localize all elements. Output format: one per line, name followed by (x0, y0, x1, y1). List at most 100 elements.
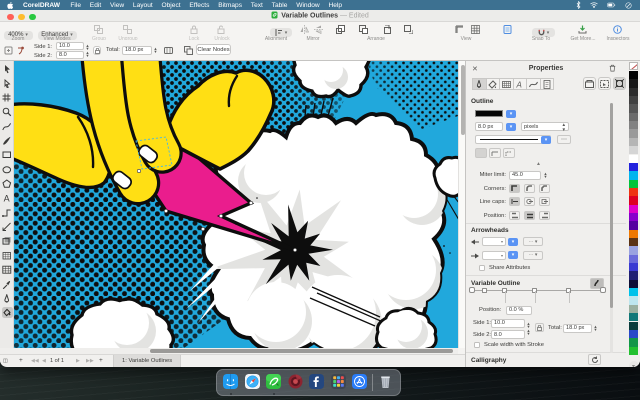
dock-appstore-icon[interactable] (352, 374, 367, 389)
inspectors-icon[interactable] (613, 25, 623, 34)
node-grid-icon[interactable] (164, 46, 174, 55)
view-page-button[interactable] (503, 25, 513, 34)
palette-swatch[interactable] (629, 187, 638, 197)
panel-tab-character[interactable]: A (512, 78, 527, 90)
menu-item-object[interactable]: Object (157, 2, 185, 9)
title-bar[interactable]: Variable Outlines — Edited (0, 10, 640, 22)
to-front-button[interactable] (336, 25, 346, 34)
apple-menu-icon[interactable] (0, 1, 17, 9)
panel-transform-button[interactable] (613, 77, 626, 90)
back-one-button[interactable] (404, 25, 414, 34)
side2-field[interactable]: 8.0 (56, 51, 84, 59)
palette-no-color-swatch[interactable] (629, 62, 638, 70)
palette-swatch[interactable] (629, 146, 638, 155)
outline-preset1-button[interactable] (475, 148, 487, 158)
dock-launchpad-icon[interactable] (330, 374, 346, 389)
corner-miter-button[interactable] (509, 183, 520, 193)
clear-nodes-button[interactable]: Clear Nodes (196, 44, 231, 55)
palette-swatch[interactable] (629, 329, 638, 339)
vo-total-stepper[interactable]: ▲ ▼ (593, 324, 598, 333)
wifi-icon[interactable] (590, 2, 598, 8)
add-page-button[interactable]: + (19, 357, 23, 364)
outline-preset3-button[interactable] (503, 148, 515, 158)
palette-swatch[interactable] (629, 279, 638, 289)
outline-style-dropdown[interactable] (475, 135, 551, 144)
get-more-icon[interactable] (578, 25, 588, 34)
menu-item-table[interactable]: Table (267, 2, 292, 9)
vo-slider-track[interactable] (471, 289, 604, 291)
outline-color-swatch[interactable] (475, 110, 503, 117)
palette-swatch[interactable] (629, 104, 638, 113)
scale-width-checkbox[interactable] (474, 341, 480, 348)
arrow-end-dropdown[interactable]: ▾ (482, 250, 506, 260)
palette-swatch[interactable] (629, 129, 638, 138)
palette-swatch[interactable] (629, 246, 638, 255)
palette-swatch[interactable] (629, 338, 638, 347)
palette-swatch[interactable] (629, 229, 638, 238)
palette-swatch[interactable] (629, 121, 638, 130)
cap-square-button[interactable] (539, 197, 550, 206)
menu-item-text[interactable]: Text (246, 2, 267, 9)
panel-tab-curve[interactable] (526, 78, 541, 90)
menu-app-name[interactable]: CorelDRAW (17, 2, 66, 9)
vo-sides-stepper[interactable]: ▲ ▼ ▲ ▼ (526, 319, 531, 339)
panel-tab-document[interactable] (539, 78, 554, 90)
outline-units-dropdown[interactable]: pixels ▲ ▼ (521, 122, 569, 132)
palette-swatch[interactable] (629, 321, 638, 330)
last-page-button[interactable]: ▶▶ (86, 358, 94, 364)
share-attributes-checkbox[interactable] (479, 264, 485, 271)
vo-total-field[interactable]: 18.0 px (563, 323, 592, 333)
dock-safari-icon[interactable] (244, 374, 260, 389)
tool-outline[interactable] (2, 293, 13, 304)
tool-interactive-fill[interactable] (1, 307, 13, 319)
tool-connector[interactable] (2, 207, 13, 218)
panel-scrollbar-thumb[interactable] (610, 103, 613, 308)
tool-polygon[interactable] (2, 178, 13, 189)
vo-position-field[interactable]: 0.0 % (506, 305, 532, 315)
miter-field[interactable]: 45.0 (509, 170, 541, 180)
tool-drop-shadow[interactable] (2, 236, 13, 247)
ungroup-button[interactable] (123, 25, 133, 34)
arrow-start-arrow[interactable]: ▾ (508, 237, 518, 246)
arrow-end-arrow[interactable]: ▾ (508, 251, 518, 259)
palette-swatch[interactable] (629, 313, 638, 322)
group-button[interactable] (94, 25, 104, 34)
outline-style-more-button[interactable]: ⋯ (557, 135, 571, 144)
unlock-button[interactable] (217, 25, 227, 34)
total-stepper[interactable]: ▲ ▼ (153, 46, 158, 55)
total-field[interactable]: 18.0 px (122, 45, 152, 55)
palette-swatch[interactable] (629, 304, 638, 314)
palette-swatch[interactable] (629, 179, 638, 188)
horizontal-scrollbar-thumb[interactable] (150, 349, 453, 353)
palette-swatch[interactable] (629, 87, 638, 97)
dock-facebook-icon[interactable] (309, 374, 324, 389)
tool-pick[interactable] (2, 64, 13, 75)
palette-swatch[interactable] (629, 346, 638, 355)
clock-icon[interactable] (625, 1, 632, 9)
palette-swatch[interactable] (629, 96, 638, 105)
menu-item-window[interactable]: Window (292, 2, 324, 9)
side1-field[interactable]: 10.0 (56, 42, 84, 50)
palette-swatch[interactable] (629, 196, 638, 205)
lock-button[interactable] (190, 25, 200, 34)
calligraphy-reset-button[interactable] (588, 354, 601, 365)
panel-tab-outline[interactable] (472, 78, 487, 90)
menu-item-bitmaps[interactable]: Bitmaps (214, 2, 247, 9)
page-tab[interactable]: 1: Variable Outlines (113, 355, 182, 367)
palette-swatch[interactable] (629, 221, 638, 230)
menu-item-edit[interactable]: Edit (85, 2, 105, 9)
palette-swatch[interactable] (629, 154, 638, 163)
vo-side2-field[interactable]: 8.0 (491, 330, 525, 339)
menu-item-effects[interactable]: Effects (185, 2, 214, 9)
menu-item-help[interactable]: Help (324, 2, 346, 9)
palette-swatch[interactable] (629, 288, 638, 297)
palette-swatch[interactable] (629, 254, 638, 264)
arrow-start-dropdown[interactable]: ▾ (482, 237, 506, 246)
tool-eyedropper[interactable] (2, 279, 13, 290)
position-inside-button[interactable] (539, 210, 550, 220)
battery-icon[interactable] (607, 2, 616, 8)
next-page-button[interactable]: ▶ (76, 358, 80, 364)
corner-round-button[interactable] (524, 183, 535, 193)
palette-swatch[interactable] (629, 263, 638, 272)
first-page-button[interactable]: ◀◀ (31, 358, 39, 364)
